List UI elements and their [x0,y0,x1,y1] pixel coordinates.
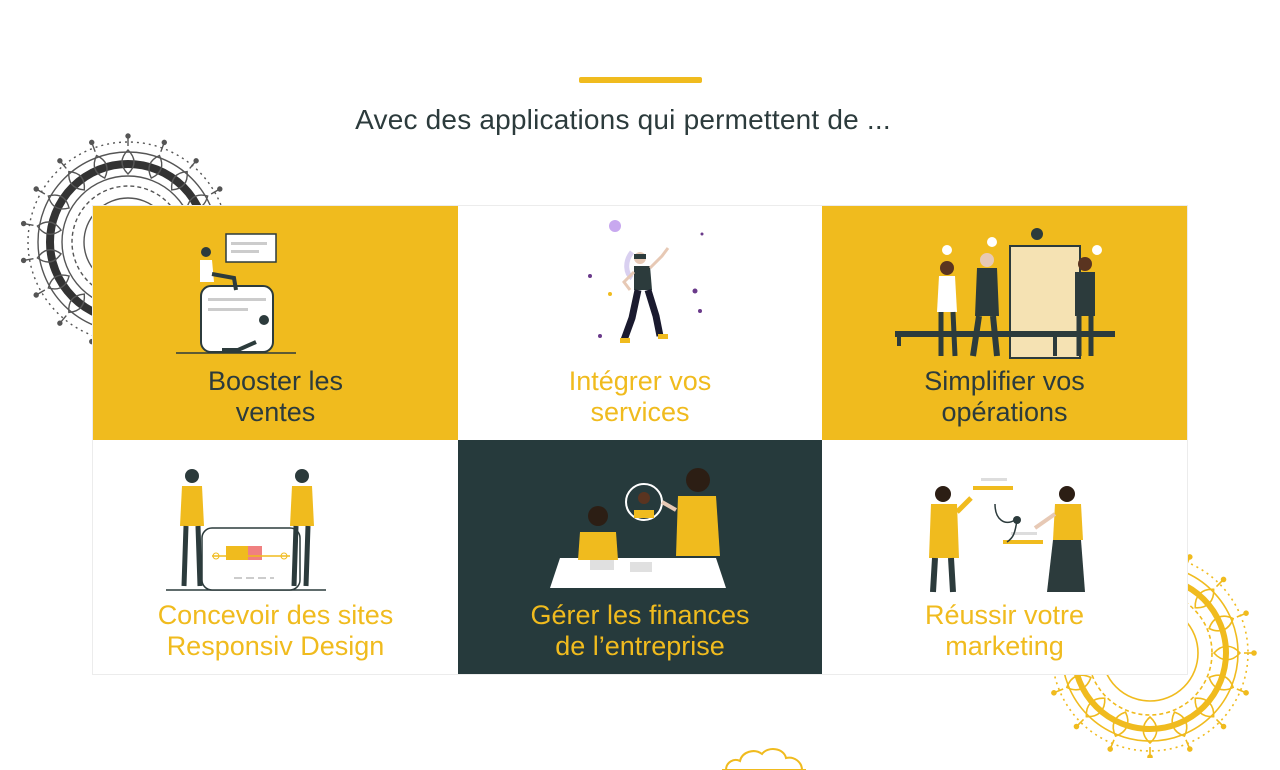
card-label-line1: Gérer les finances [530,600,750,630]
cloud-decoration [722,748,806,770]
card-label-line2: ventes [235,397,316,427]
card-label-line2: services [590,397,690,427]
card-label-line2: de l’entreprise [555,631,725,661]
page: Avec des applications qui permettent de … [0,0,1280,770]
queue-illustration-icon [894,228,1115,359]
web-design-illustration-icon [165,469,326,591]
card-label-line2: opérations [941,397,1068,427]
card-booster-ventes[interactable]: Booster les ventes [93,206,458,440]
card-label: Concevoir des sites Responsiv Design [113,600,438,662]
card-simplifier-operations[interactable]: Simplifier vos opérations [822,206,1187,440]
meeting-illustration-icon [550,468,726,588]
card-gerer-finances[interactable]: Gérer les finances de l’entreprise [458,440,822,674]
card-label: Réussir votre marketing [842,600,1167,662]
card-label-line1: Booster les [207,366,344,396]
sales-illustration-icon [175,233,296,354]
marketing-illustration-icon [928,478,1085,593]
card-label: Simplifier vos opérations [842,366,1167,428]
card-label-line1: Intégrer vos [568,366,712,396]
card-label: Booster les ventes [113,366,438,428]
card-label-line2: Responsiv Design [166,631,385,661]
card-concevoir-sites[interactable]: Concevoir des sites Responsiv Design [93,440,458,674]
card-reussir-marketing[interactable]: Réussir votre marketing [822,440,1187,674]
card-label-line1: Réussir votre [924,600,1085,630]
section-title: Avec des applications qui permettent de … [355,104,891,135]
card-label-line2: marketing [945,631,1064,661]
card-integrer-services[interactable]: Intégrer vos services [458,206,822,440]
card-label: Gérer les finances de l’entreprise [478,600,802,662]
card-label-line1: Concevoir des sites [157,600,394,630]
features-grid: Booster les ventes Intégrer vos services… [93,206,1187,674]
vr-dancer-illustration-icon [588,220,704,343]
card-label-line1: Simplifier vos [924,366,1085,396]
title-accent-bar [579,77,702,83]
card-label: Intégrer vos services [478,366,802,428]
